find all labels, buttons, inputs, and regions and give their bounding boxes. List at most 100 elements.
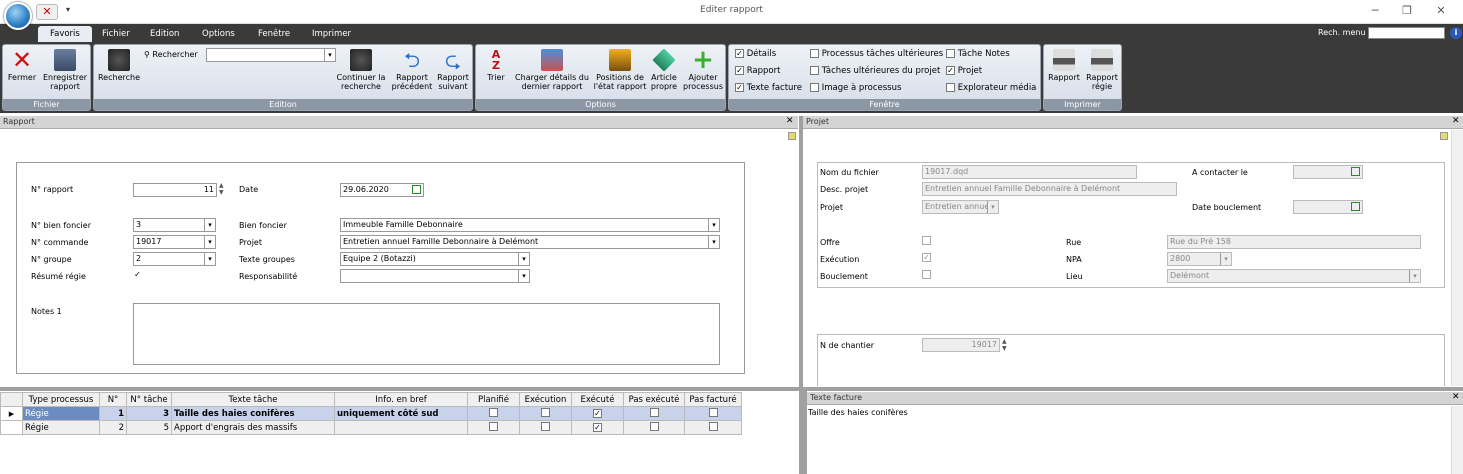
chevron-down-icon[interactable]: ▾ xyxy=(518,270,529,282)
cell-type[interactable]: Régie xyxy=(22,420,100,435)
cell-not-billed[interactable] xyxy=(684,406,742,421)
chevron-down-icon[interactable]: ▾ xyxy=(518,253,529,265)
project-select[interactable]: Entretien annuel Famille Debonnaire à De… xyxy=(340,235,720,249)
table-row[interactable]: Régie 2 5 Apport d'engrais des massifs ✓ xyxy=(0,420,742,435)
report-number-input[interactable]: 11 xyxy=(133,183,217,197)
chevron-down-icon[interactable]: ▾ xyxy=(987,201,998,213)
cell-planned[interactable] xyxy=(467,420,520,435)
chevron-down-icon[interactable]: ▾ xyxy=(708,236,719,248)
cell-executed[interactable]: ✓ xyxy=(571,420,624,435)
row-selector[interactable] xyxy=(0,420,23,435)
cell-not-executed[interactable] xyxy=(623,406,685,421)
col-executed-header[interactable]: Exécuté xyxy=(571,392,624,407)
search-combobox[interactable]: ▾ xyxy=(206,48,336,62)
invoice-text-scrollbar[interactable] xyxy=(1451,406,1463,474)
cell-type[interactable]: Régie xyxy=(22,406,100,421)
order-number-select[interactable]: 19017 ▾ xyxy=(133,235,216,249)
file-name-input[interactable]: 19017.dqd xyxy=(922,165,1137,179)
property-select[interactable]: Immeuble Famille Debonnaire ▾ xyxy=(340,218,720,232)
close-window-icon[interactable]: ✕ xyxy=(1432,4,1450,17)
closing-date-input[interactable] xyxy=(1293,200,1363,214)
calendar-icon[interactable] xyxy=(1351,202,1360,211)
help-icon[interactable]: i xyxy=(1450,27,1462,39)
close-icon[interactable]: ✕ xyxy=(1452,392,1460,402)
cell-info[interactable]: uniquement côté sud xyxy=(334,406,468,421)
print-regie-button[interactable]: Rapport régie xyxy=(1084,49,1120,91)
chevron-down-icon[interactable]: ▾ xyxy=(1409,270,1420,282)
cell-info[interactable] xyxy=(334,420,468,435)
print-report-button[interactable]: Rapport xyxy=(1046,49,1082,82)
street-input[interactable]: Rue du Pré 158 xyxy=(1167,235,1421,249)
execution-checkbox[interactable]: ✓ xyxy=(922,253,931,263)
cell-executed[interactable]: ✓ xyxy=(571,406,624,421)
load-details-button[interactable]: Charger détails du dernier rapport xyxy=(512,49,592,91)
tab-fichier[interactable]: Fichier xyxy=(90,26,142,42)
tab-fenetre[interactable]: Fenêtre xyxy=(246,26,302,42)
col-info-header[interactable]: Info. en bref xyxy=(334,392,468,407)
property-number-select[interactable]: 3 ▾ xyxy=(133,218,216,232)
cell-not-billed[interactable] xyxy=(684,420,742,435)
date-input[interactable]: 29.06.2020 xyxy=(340,183,424,197)
offer-checkbox[interactable] xyxy=(922,236,931,246)
window-checkbox-media[interactable]: Explorateur média xyxy=(946,83,1036,93)
cell-number[interactable]: 1 xyxy=(99,406,127,421)
col-not-executed-header[interactable]: Pas exécuté xyxy=(623,392,685,407)
group-number-select[interactable]: 2 ▾ xyxy=(133,252,216,266)
window-checkbox-processus[interactable]: Processus tâches ultérieures xyxy=(810,49,943,59)
notes-textarea[interactable] xyxy=(133,303,720,365)
close-icon[interactable]: ✕ xyxy=(786,116,794,126)
positions-button[interactable]: Positions de l'état rapport xyxy=(593,49,647,91)
horizontal-splitter[interactable] xyxy=(0,387,1463,391)
project-desc-input[interactable]: Entretien annuel Famille Debonnaire à De… xyxy=(922,182,1177,196)
window-checkbox-projet[interactable]: ✓ Projet xyxy=(946,66,982,76)
pin-icon[interactable] xyxy=(788,132,796,140)
add-process-button[interactable]: + Ajouter processus xyxy=(682,47,724,91)
projet-project-select[interactable]: Entretien annue ▾ xyxy=(922,200,999,214)
cell-task-number[interactable]: 3 xyxy=(126,406,172,421)
col-number-header[interactable]: N° xyxy=(99,392,127,407)
cell-execution[interactable] xyxy=(519,420,572,435)
tab-edition[interactable]: Edition xyxy=(138,26,191,42)
col-execution-header[interactable]: Exécution xyxy=(519,392,572,407)
chevron-down-icon[interactable]: ▾ xyxy=(708,219,719,231)
cell-planned[interactable] xyxy=(467,406,520,421)
restore-icon[interactable]: ❐ xyxy=(1398,4,1416,17)
row-pointer-icon[interactable]: ▶ xyxy=(0,406,23,421)
continue-search-button[interactable]: Continuer la recherche xyxy=(334,49,388,91)
cell-not-executed[interactable] xyxy=(623,420,685,435)
col-type-header[interactable]: Type processus xyxy=(22,392,100,407)
responsibility-select[interactable]: ▾ xyxy=(340,269,530,283)
contact-date-input[interactable] xyxy=(1293,165,1363,179)
site-number-input[interactable]: 19017 xyxy=(922,338,1000,352)
close-button[interactable]: ✕ Fermer xyxy=(6,48,38,82)
closing-checkbox[interactable] xyxy=(922,270,931,280)
pin-icon[interactable] xyxy=(1440,132,1448,140)
group-text-select[interactable]: Equipe 2 (Botazzi) ▾ xyxy=(340,252,530,266)
chevron-down-icon[interactable]: ▾ xyxy=(204,253,215,265)
next-report-button[interactable]: ⮎ Rapport suivant xyxy=(434,49,472,91)
col-planned-header[interactable]: Planifié xyxy=(467,392,520,407)
city-select[interactable]: Delémont ▾ xyxy=(1167,269,1421,283)
minimize-icon[interactable]: ─ xyxy=(1366,4,1384,17)
own-article-button[interactable]: Article propre xyxy=(648,48,680,91)
window-checkbox-rapport[interactable]: ✓ Rapport xyxy=(735,66,780,76)
sort-button[interactable]: AZ Trier xyxy=(479,49,513,82)
cell-number[interactable]: 2 xyxy=(99,420,127,435)
invoice-text-area[interactable]: Taille des haies conifères xyxy=(808,408,1448,472)
tab-options[interactable]: Options xyxy=(190,26,247,42)
menu-search-input[interactable] xyxy=(1368,27,1445,39)
site-number-stepper[interactable]: ▲ ▼ xyxy=(1002,338,1007,352)
window-checkbox-notes[interactable]: Tâche Notes xyxy=(946,49,1010,59)
cell-task-text[interactable]: Taille des haies conifères xyxy=(171,406,335,421)
chevron-down-icon[interactable]: ▾ xyxy=(204,236,215,248)
tab-imprimer[interactable]: Imprimer xyxy=(300,26,363,42)
window-checkbox-taches[interactable]: Tâches ultérieures du projet xyxy=(810,66,940,76)
chevron-down-icon[interactable]: ▾ xyxy=(204,219,215,231)
chevron-down-icon[interactable]: ▾ xyxy=(1220,253,1231,265)
cell-task-number[interactable]: 5 xyxy=(126,420,172,435)
app-logo[interactable] xyxy=(4,2,32,30)
table-row[interactable]: ▶ Régie 1 3 Taille des haies conifères u… xyxy=(0,406,742,421)
npa-select[interactable]: 2800 ▾ xyxy=(1167,252,1232,266)
tab-favoris[interactable]: Favoris xyxy=(38,26,92,42)
previous-report-button[interactable]: ⮌ Rapport précédent xyxy=(391,49,433,91)
